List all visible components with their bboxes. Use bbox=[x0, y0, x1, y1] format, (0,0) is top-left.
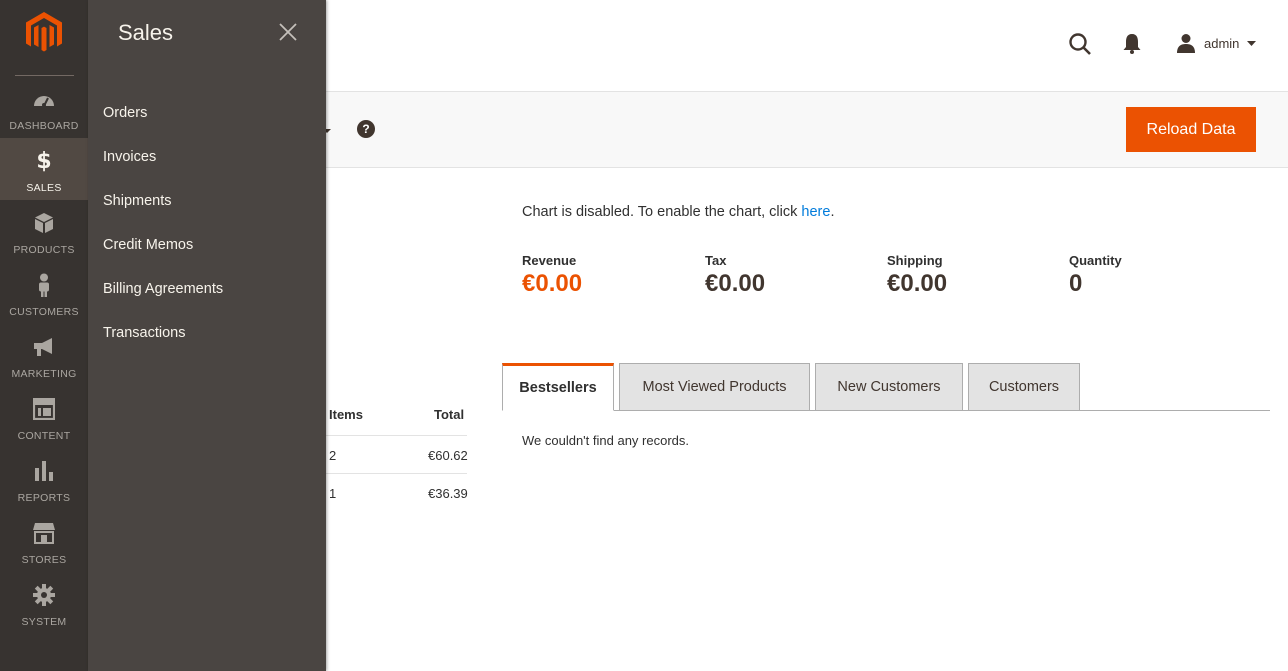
reload-data-button[interactable]: Reload Data bbox=[1126, 107, 1256, 152]
chart-disabled-notice: Chart is disabled. To enable the chart, … bbox=[522, 204, 834, 220]
tab-most-viewed-products[interactable]: Most Viewed Products bbox=[619, 363, 810, 411]
table-cell-items: 2 bbox=[329, 448, 337, 463]
nav-item-marketing[interactable]: MARKETING bbox=[0, 324, 88, 386]
sales-submenu-flyout: Sales Orders Invoices Shipments Credit M… bbox=[88, 0, 326, 671]
dollar-icon: $ bbox=[36, 148, 52, 174]
orders-column-total: Total bbox=[434, 407, 465, 422]
nav-item-content[interactable]: CONTENT bbox=[0, 386, 88, 448]
nav-label: SALES bbox=[26, 182, 62, 194]
nav-label: CONTENT bbox=[17, 430, 71, 442]
box-icon bbox=[0, 210, 88, 236]
stat-tax: Tax €0.00 bbox=[705, 253, 765, 298]
stat-value: €0.00 bbox=[522, 270, 583, 297]
table-divider bbox=[326, 473, 467, 474]
table-cell-total: €36.39 bbox=[428, 486, 468, 501]
stat-label: Shipping bbox=[887, 253, 943, 268]
nav-label: SYSTEM bbox=[21, 616, 67, 628]
stat-value: 0 bbox=[1069, 270, 1083, 297]
bar-chart-icon bbox=[0, 458, 88, 484]
stat-label: Tax bbox=[705, 253, 727, 268]
store-icon bbox=[0, 520, 88, 546]
table-cell-total: €60.62 bbox=[428, 448, 468, 463]
search-icon[interactable] bbox=[1068, 32, 1092, 56]
page-header bbox=[326, 0, 1288, 92]
empty-records-message: We couldn't find any records. bbox=[522, 433, 689, 448]
table-cell-items: 1 bbox=[329, 486, 337, 501]
submenu-item-orders[interactable]: Orders bbox=[103, 105, 147, 121]
nav-label: STORES bbox=[21, 554, 67, 566]
table-divider bbox=[326, 435, 467, 436]
nav-item-dashboard[interactable]: DASHBOARD bbox=[0, 76, 88, 138]
submenu-item-billing-agreements[interactable]: Billing Agreements bbox=[103, 281, 223, 297]
admin-menu: DASHBOARD $ SALES PRODUCTS CUSTOMERS MAR… bbox=[0, 0, 88, 671]
submenu-item-invoices[interactable]: Invoices bbox=[103, 149, 156, 165]
tab-bestsellers[interactable]: Bestsellers bbox=[502, 363, 614, 411]
nav-label: PRODUCTS bbox=[13, 244, 75, 256]
chart-notice-text: Chart is disabled. To enable the chart, … bbox=[522, 204, 802, 220]
chart-notice-suffix: . bbox=[830, 204, 835, 220]
magento-logo-icon[interactable] bbox=[25, 12, 63, 54]
submenu-item-shipments[interactable]: Shipments bbox=[103, 193, 172, 209]
notifications-bell-icon[interactable] bbox=[1122, 32, 1142, 54]
nav-label: REPORTS bbox=[17, 492, 71, 504]
chevron-down-icon bbox=[1247, 40, 1257, 46]
dashboard-icon bbox=[0, 86, 88, 112]
submenu-title: Sales bbox=[118, 20, 174, 45]
nav-item-stores[interactable]: STORES bbox=[0, 510, 88, 572]
nav-item-reports[interactable]: REPORTS bbox=[0, 448, 88, 510]
tab-new-customers[interactable]: New Customers bbox=[815, 363, 963, 411]
nav-label: DASHBOARD bbox=[9, 120, 79, 132]
nav-label: MARKETING bbox=[11, 368, 77, 380]
stat-value: €0.00 bbox=[887, 270, 948, 297]
gear-icon bbox=[0, 582, 88, 608]
nav-label: CUSTOMERS bbox=[9, 306, 79, 318]
user-icon bbox=[1177, 34, 1195, 53]
layout-icon bbox=[0, 396, 88, 422]
submenu-item-credit-memos[interactable]: Credit Memos bbox=[103, 237, 193, 253]
stat-value: €0.00 bbox=[705, 270, 766, 297]
stat-label: Revenue bbox=[522, 253, 577, 268]
admin-username: admin bbox=[1204, 35, 1240, 51]
help-icon[interactable]: ? bbox=[357, 120, 375, 138]
nav-item-products[interactable]: PRODUCTS bbox=[0, 200, 88, 262]
stat-shipping: Shipping €0.00 bbox=[887, 253, 947, 298]
admin-user-menu[interactable]: admin bbox=[1176, 32, 1257, 54]
close-icon[interactable] bbox=[278, 22, 298, 42]
nav-item-customers[interactable]: CUSTOMERS bbox=[0, 262, 88, 324]
submenu-item-transactions[interactable]: Transactions bbox=[103, 325, 185, 341]
stat-revenue: Revenue €0.00 bbox=[522, 253, 582, 298]
orders-column-items: Items bbox=[329, 407, 363, 422]
stat-label: Quantity bbox=[1069, 253, 1122, 268]
nav-item-sales[interactable]: $ SALES bbox=[0, 138, 88, 200]
nav-item-system[interactable]: SYSTEM bbox=[0, 572, 88, 634]
tab-customers[interactable]: Customers bbox=[968, 363, 1080, 411]
person-icon bbox=[0, 272, 88, 298]
enable-chart-link[interactable]: here bbox=[801, 204, 830, 220]
megaphone-icon bbox=[0, 334, 88, 360]
stat-quantity: Quantity 0 bbox=[1069, 253, 1122, 298]
